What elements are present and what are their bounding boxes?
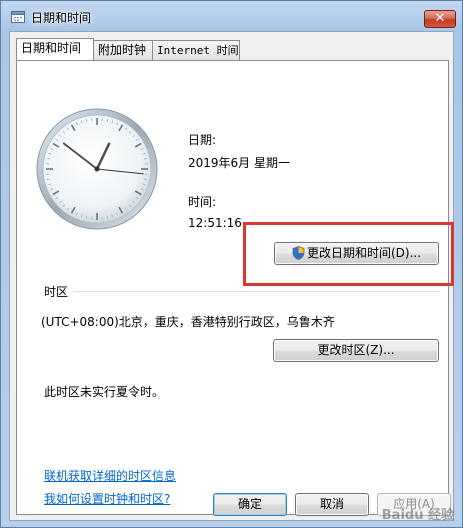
- dst-note: 此时区未实行夏令时。: [44, 385, 165, 399]
- analog-clock: [36, 108, 158, 230]
- dialog-client: 日期和时间 附加时钟 Internet 时间 日期: 2019年6月 星期一 时…: [9, 31, 454, 521]
- title-bar[interactable]: 日期和时间 ✕: [1, 1, 462, 31]
- calendar-clock-icon: [11, 11, 25, 23]
- cancel-button[interactable]: 取消: [295, 493, 369, 516]
- tab-additional-clocks[interactable]: 附加时钟: [93, 40, 153, 60]
- timezone-section-label: 时区: [44, 285, 69, 299]
- time-label: 时间:: [188, 195, 217, 209]
- date-value: 2019年6月 星期一: [188, 156, 290, 170]
- highlight-box: [243, 222, 454, 286]
- dialog-window: 日期和时间 ✕ 日期和时间 附加时钟 Internet 时间 日期: 2019年…: [0, 0, 463, 528]
- time-value: 12:51:16: [188, 216, 242, 230]
- timezone-value: (UTC+08:00)北京，重庆，香港特别行政区，乌鲁木齐: [41, 315, 335, 329]
- tab-internet-time-label: Internet 时间: [157, 44, 239, 57]
- tab-panel: 日期: 2019年6月 星期一 时间: 12:51:16 更改日期和时间(D).…: [16, 60, 454, 515]
- window-title: 日期和时间: [31, 11, 92, 25]
- tab-date-time[interactable]: 日期和时间: [16, 38, 94, 60]
- timezone-separator: [73, 291, 440, 292]
- tab-internet-time[interactable]: Internet 时间: [152, 40, 240, 60]
- how-to-set-clock-link[interactable]: 我如何设置时钟和时区?: [44, 490, 170, 507]
- date-label: 日期:: [188, 133, 217, 147]
- ok-button[interactable]: 确定: [213, 493, 287, 516]
- change-timezone-button[interactable]: 更改时区(Z)...: [273, 339, 439, 362]
- close-button[interactable]: ✕: [424, 10, 456, 28]
- watermark: Baidu 经验: [381, 508, 454, 523]
- online-timezone-info-link[interactable]: 联机获取详细的时区信息: [44, 467, 176, 484]
